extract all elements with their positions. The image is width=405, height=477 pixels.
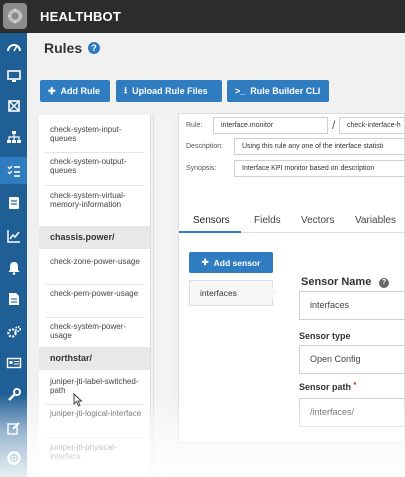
left-nav bbox=[0, 33, 27, 477]
app-brand: HEALTHBOT bbox=[40, 9, 121, 24]
tab-variables[interactable]: Variables bbox=[355, 215, 396, 226]
settings-icon[interactable] bbox=[4, 322, 23, 341]
synopsis-field[interactable]: Interface KPI monitor based on descripti… bbox=[234, 160, 404, 177]
list-divider bbox=[45, 185, 145, 186]
rule-editor-panel: Rule: interface.monitor / check-interfac… bbox=[178, 113, 405, 443]
list-item[interactable]: check-system-power-usage bbox=[39, 322, 150, 340]
chart-icon[interactable] bbox=[4, 226, 23, 245]
main-content: Rules ? ✚ Add Rule ⭳ Upload Rule Files >… bbox=[27, 33, 405, 477]
help-ring-icon[interactable] bbox=[4, 448, 23, 467]
sensor-name-help-icon[interactable]: ? bbox=[379, 278, 389, 288]
rules-icon[interactable] bbox=[0, 157, 27, 184]
list-item[interactable]: check-pem-power-usage bbox=[39, 289, 150, 298]
sensor-name-input[interactable]: interfaces bbox=[299, 291, 404, 320]
top-bar: HEALTHBOT bbox=[0, 0, 405, 33]
list-divider bbox=[45, 437, 145, 438]
list-group-header[interactable]: chassis.power/ bbox=[39, 226, 150, 249]
add-rule-label: Add Rule bbox=[60, 86, 101, 96]
description-field[interactable]: Using this rule any one of the interface… bbox=[234, 138, 404, 155]
card-icon[interactable] bbox=[4, 353, 23, 372]
wrench-icon[interactable] bbox=[4, 385, 23, 404]
add-rule-button[interactable]: ✚ Add Rule bbox=[40, 80, 110, 102]
list-group-header[interactable]: northstar/ bbox=[39, 347, 150, 370]
rule-list: check-system-input-queues check-system-o… bbox=[39, 115, 151, 477]
rule-name-field[interactable]: check-interface-h bbox=[339, 117, 404, 134]
add-sensor-label: Add sensor bbox=[213, 257, 261, 268]
hierarchy-icon[interactable] bbox=[4, 127, 23, 146]
editor-tabs: Sensors Fields Vectors Variables bbox=[179, 209, 404, 233]
terminal-icon: >_ bbox=[235, 86, 246, 96]
rule-topic-field[interactable]: interface.monitor bbox=[213, 117, 328, 134]
required-marker: * bbox=[353, 382, 357, 389]
playbook-icon[interactable] bbox=[4, 193, 23, 212]
add-sensor-button[interactable]: ✚ Add sensor bbox=[189, 252, 273, 273]
plus-icon: ✚ bbox=[201, 257, 209, 267]
tab-vectors[interactable]: Vectors bbox=[301, 215, 334, 226]
sensor-path-label-text: Sensor path bbox=[299, 382, 352, 392]
plus-icon: ✚ bbox=[48, 85, 56, 96]
sensor-type-label: Sensor type bbox=[299, 331, 351, 341]
sensor-name-heading: Sensor Name bbox=[301, 276, 372, 288]
list-divider bbox=[45, 404, 145, 405]
sensor-path-input[interactable]: /interfaces/ bbox=[299, 398, 404, 427]
help-icon[interactable]: ? bbox=[88, 42, 100, 54]
monitor-icon[interactable] bbox=[4, 66, 23, 85]
healthbot-logo-icon[interactable] bbox=[3, 3, 27, 29]
synopsis-label: Synopsis: bbox=[186, 165, 217, 172]
sensor-type-select[interactable]: Open Config bbox=[299, 345, 404, 374]
rule-label: Rule: bbox=[186, 122, 203, 129]
rule-path-separator: / bbox=[332, 118, 336, 132]
selected-indicator bbox=[272, 287, 278, 299]
device-icon[interactable] bbox=[4, 96, 23, 115]
list-scrollbar[interactable] bbox=[153, 115, 171, 477]
page-title: Rules bbox=[44, 40, 83, 56]
list-item[interactable]: check-system-output-queues bbox=[39, 157, 150, 175]
list-item[interactable]: check-system-virtual-memory-information bbox=[39, 191, 150, 209]
upload-rule-files-button[interactable]: ⭳ Upload Rule Files bbox=[116, 80, 222, 102]
tab-fields[interactable]: Fields bbox=[254, 215, 281, 226]
dashboard-icon[interactable] bbox=[4, 38, 23, 57]
list-item[interactable]: juniper-jti-physical-interface bbox=[39, 443, 150, 461]
tab-sensors[interactable]: Sensors bbox=[193, 215, 230, 226]
list-item[interactable]: check-zone-power-usage bbox=[39, 257, 150, 266]
edit-icon[interactable] bbox=[4, 418, 23, 437]
list-divider bbox=[45, 284, 145, 285]
rule-builder-cli-button[interactable]: >_ Rule Builder CLI bbox=[227, 80, 329, 102]
upload-rule-files-label: Upload Rule Files bbox=[132, 86, 208, 96]
report-icon[interactable] bbox=[4, 289, 23, 308]
description-label: Description: bbox=[186, 143, 223, 150]
list-item[interactable]: juniper-jti-label-switched-path bbox=[39, 377, 150, 395]
list-item[interactable]: check-system-input-queues bbox=[39, 125, 150, 143]
sensor-list-item[interactable]: interfaces bbox=[189, 280, 273, 306]
rule-builder-cli-label: Rule Builder CLI bbox=[250, 86, 321, 96]
sensor-path-label: Sensor path * bbox=[299, 382, 356, 392]
upload-icon: ⭳ bbox=[124, 85, 128, 95]
mouse-cursor-icon bbox=[73, 393, 83, 407]
active-tab-indicator bbox=[179, 231, 241, 233]
alert-icon[interactable] bbox=[4, 258, 23, 277]
list-item[interactable]: juniper-jti-logical-interface bbox=[39, 409, 150, 418]
list-divider bbox=[45, 152, 145, 153]
list-divider bbox=[45, 317, 145, 318]
